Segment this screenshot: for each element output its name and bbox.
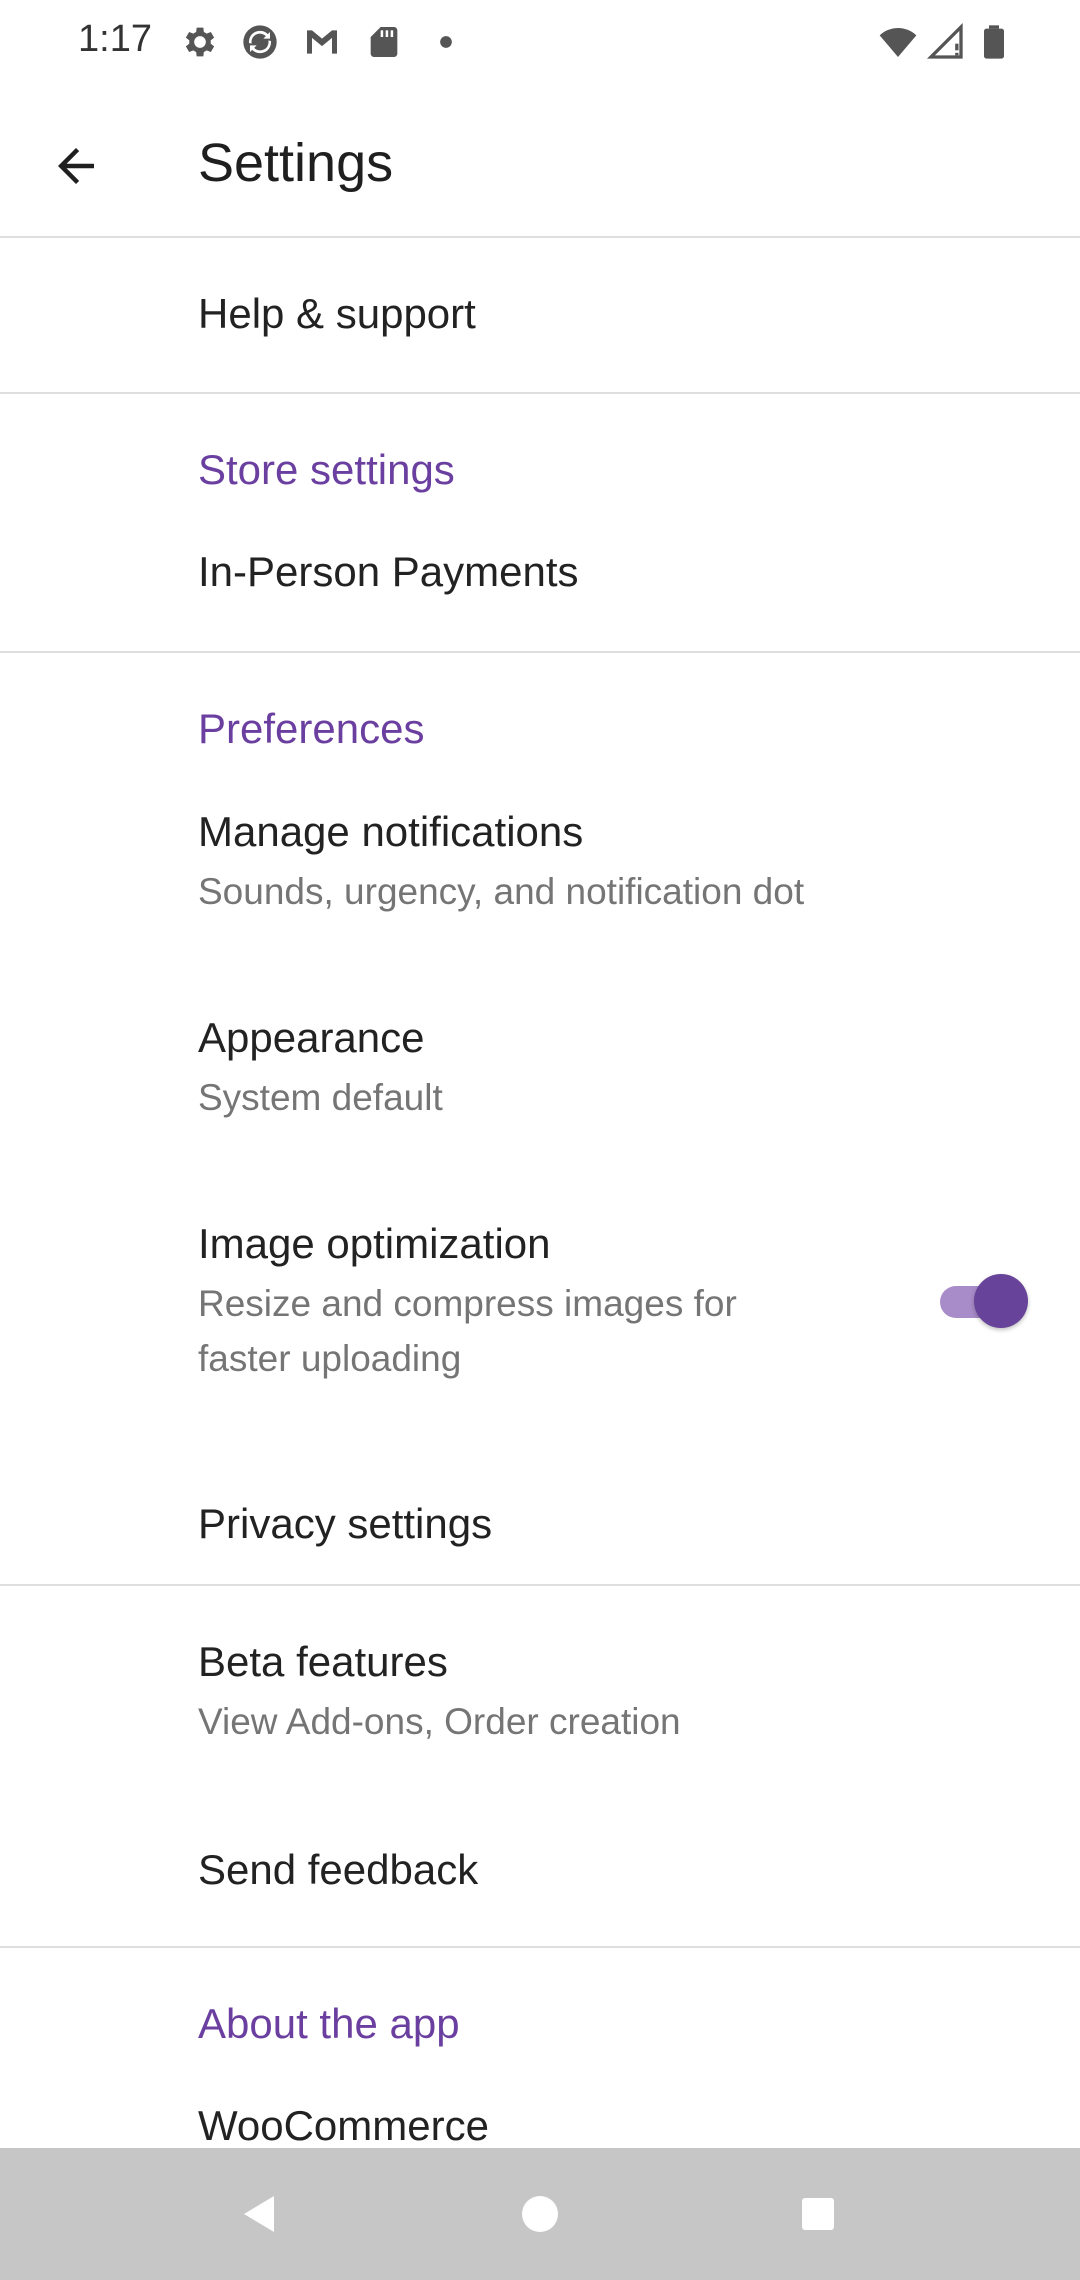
nav-back-button[interactable] (228, 2182, 292, 2246)
privacy-settings-label: Privacy settings (198, 1500, 493, 1547)
image-optimization-subtitle: Resize and compress images for faster up… (198, 1283, 737, 1379)
help-support-label: Help & support (198, 290, 476, 337)
manage-notifications-subtitle: Sounds, urgency, and notification dot (198, 871, 805, 912)
sd-card-icon (364, 22, 404, 62)
image-optimization-label: Image optimization (198, 1220, 551, 1267)
gear-icon (180, 22, 220, 62)
divider (0, 1584, 1080, 1586)
appearance-item[interactable]: Appearance System default (0, 986, 1080, 1186)
back-button[interactable] (38, 128, 114, 204)
store-settings-header: Store settings (198, 446, 455, 493)
image-optimization-item[interactable]: Image optimization Resize and compress i… (0, 1192, 1080, 1452)
app-bar: Settings (0, 88, 1080, 238)
wifi-icon (878, 22, 918, 62)
beta-features-label: Beta features (198, 1638, 448, 1685)
send-feedback-item[interactable]: Send feedback (0, 1800, 1080, 1946)
appearance-subtitle: System default (198, 1077, 443, 1118)
preferences-header: Preferences (198, 705, 425, 752)
manage-notifications-item[interactable]: Manage notifications Sounds, urgency, an… (0, 780, 1080, 980)
in-person-payments-label: In-Person Payments (198, 548, 579, 595)
signal-icon (926, 22, 966, 62)
woocommerce-label: WooCommerce (198, 2102, 489, 2148)
divider (0, 651, 1080, 653)
privacy-settings-item[interactable]: Privacy settings (0, 1452, 1080, 1584)
sync-icon (240, 22, 280, 62)
nav-recents-icon (802, 2198, 834, 2230)
image-optimization-toggle[interactable] (936, 1272, 1028, 1330)
battery-icon (974, 22, 1014, 62)
gmail-icon (302, 22, 342, 62)
divider (0, 392, 1080, 394)
divider (0, 1946, 1080, 1948)
status-bar: 1:17 (0, 0, 1080, 88)
nav-back-icon (244, 2196, 274, 2232)
nav-home-button[interactable] (508, 2182, 572, 2246)
nav-recents-button[interactable] (786, 2182, 850, 2246)
status-time: 1:17 (78, 18, 152, 60)
send-feedback-label: Send feedback (198, 1846, 479, 1893)
settings-screen: 1:17 Settings Help & support Store setti… (0, 0, 1080, 2280)
appearance-label: Appearance (198, 1014, 425, 1061)
about-app-header: About the app (198, 2000, 460, 2047)
beta-features-subtitle: View Add-ons, Order creation (198, 1701, 681, 1742)
help-support-item[interactable]: Help & support (0, 238, 1080, 392)
toggle-thumb (974, 1274, 1028, 1328)
dot-icon (426, 22, 466, 62)
woocommerce-item[interactable]: WooCommerce (0, 2080, 1080, 2148)
page-title: Settings (198, 133, 394, 193)
manage-notifications-label: Manage notifications (198, 808, 584, 855)
beta-features-item[interactable]: Beta features View Add-ons, Order creati… (0, 1606, 1080, 1792)
arrow-back-icon (58, 148, 94, 184)
system-nav-bar (0, 2148, 1080, 2280)
in-person-payments-item[interactable]: In-Person Payments (0, 520, 1080, 630)
nav-home-icon (522, 2196, 558, 2232)
